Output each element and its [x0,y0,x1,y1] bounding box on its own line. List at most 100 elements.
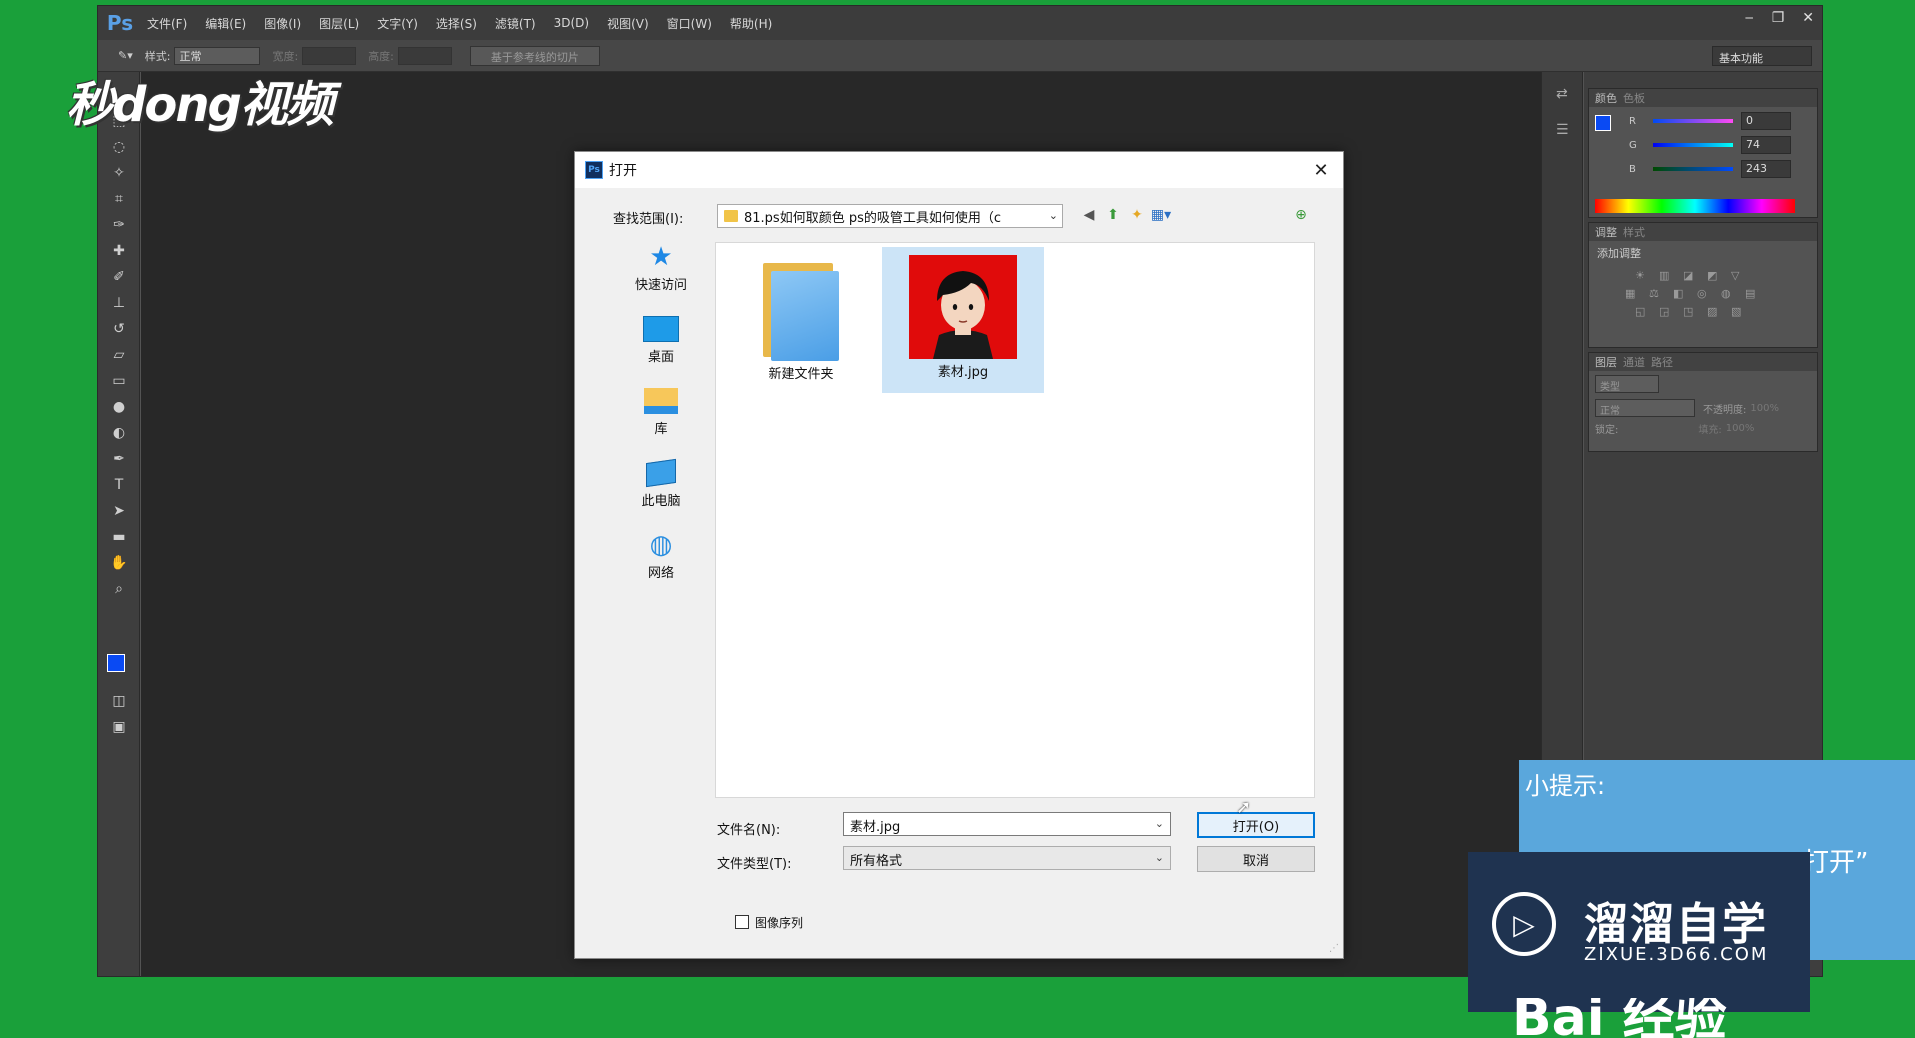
slice-tool-icon[interactable]: ✎▾ [118,49,133,62]
g-value[interactable]: 74 [1741,136,1791,154]
balance-icon[interactable]: ⚖ [1649,287,1665,301]
menu-view[interactable]: 视图(V) [598,15,658,32]
filetype-select[interactable]: 所有格式 ⌄ [843,846,1171,870]
tab-color[interactable]: 颜色 [1595,90,1617,106]
dodge-tool-icon[interactable]: ◐ [109,424,129,442]
exposure-icon[interactable]: ◩ [1707,269,1723,283]
slices-from-guides-button[interactable]: 基于参考线的切片 [469,45,600,66]
b-value[interactable]: 243 [1741,160,1791,178]
color-spectrum[interactable] [1595,199,1795,213]
tab-layers[interactable]: 图层 [1595,354,1617,370]
menu-help[interactable]: 帮助(H) [721,15,781,32]
g-slider[interactable] [1653,143,1733,147]
stamp-tool-icon[interactable]: ⊥ [109,294,129,312]
menu-edit[interactable]: 编辑(E) [196,15,255,32]
brush-tool-icon[interactable]: ✐ [109,268,129,286]
lookup-icon[interactable]: ▤ [1745,287,1761,301]
height-input[interactable] [397,46,452,65]
menu-file[interactable]: 文件(F) [138,15,196,32]
back-icon[interactable]: ◀ [1081,207,1097,223]
chevron-down-icon[interactable]: ⌄ [1155,851,1164,864]
curves-icon[interactable]: ◪ [1683,269,1699,283]
pen-tool-icon[interactable]: ✒ [109,450,129,468]
quick-select-tool-icon[interactable]: ✧ [109,164,129,182]
tab-paths[interactable]: 路径 [1651,354,1673,370]
minimize-icon[interactable]: ‒ [1745,10,1754,26]
close-icon[interactable]: ✕ [1802,10,1814,26]
file-item-folder[interactable]: 新建文件夹 [720,247,882,393]
up-folder-icon[interactable]: ⬆ [1105,207,1121,223]
dialog-close-icon[interactable]: ✕ [1309,158,1333,182]
place-network[interactable]: ◍ 网络 [611,530,711,581]
look-in-select[interactable]: 81.ps如何取颜色 ps的吸管工具如何使用（c ⌄ [717,204,1063,228]
quick-mask-icon[interactable]: ◫ [109,692,129,710]
style-select[interactable]: 正常 [174,46,261,65]
history-brush-tool-icon[interactable]: ↺ [109,320,129,338]
panel-foreground-swatch[interactable] [1595,115,1611,131]
mixer-icon[interactable]: ◍ [1721,287,1737,301]
fill-value[interactable]: 100% [1726,423,1755,434]
place-quick-access[interactable]: ★ 快速访问 [611,242,711,293]
screen-mode-icon[interactable]: ▣ [109,718,129,736]
menu-type[interactable]: 文字(Y) [368,15,427,32]
chevron-down-icon[interactable]: ⌄ [1155,817,1164,830]
resize-grip-icon[interactable]: ⋰ [1329,943,1339,954]
menu-3d[interactable]: 3D(D) [545,16,598,30]
r-value[interactable]: 0 [1741,112,1791,130]
menu-layer[interactable]: 图层(L) [310,15,368,32]
cancel-button[interactable]: 取消 [1197,846,1315,872]
filename-input[interactable]: 素材.jpg ⌄ [843,812,1171,836]
add-to-library-icon[interactable]: ⊕ [1293,207,1309,223]
healing-tool-icon[interactable]: ✚ [109,242,129,260]
tab-channels[interactable]: 通道 [1623,354,1645,370]
place-library[interactable]: 库 [611,386,711,437]
properties-panel-icon[interactable]: ☰ [1556,122,1569,138]
eraser-tool-icon[interactable]: ▱ [109,346,129,364]
zoom-tool-icon[interactable]: ⌕ [109,580,129,598]
selective-color-icon[interactable]: ▧ [1731,305,1747,319]
workspace-select[interactable]: 基本功能 [1712,46,1812,66]
gradient-map-icon[interactable]: ▨ [1707,305,1723,319]
brightness-icon[interactable]: ☀ [1635,269,1651,283]
width-input[interactable] [302,46,357,65]
tab-swatches[interactable]: 色板 [1623,90,1645,106]
photo-filter-icon[interactable]: ◎ [1697,287,1713,301]
menu-select[interactable]: 选择(S) [427,15,486,32]
blend-mode-select[interactable]: 正常 [1595,399,1695,417]
place-desktop[interactable]: 桌面 [611,314,711,365]
type-tool-icon[interactable]: T [109,476,129,494]
bw-icon[interactable]: ◧ [1673,287,1689,301]
path-select-tool-icon[interactable]: ➤ [109,502,129,520]
threshold-icon[interactable]: ◳ [1683,305,1699,319]
levels-icon[interactable]: ▥ [1659,269,1675,283]
tab-styles[interactable]: 样式 [1623,224,1645,240]
menu-window[interactable]: 窗口(W) [658,15,721,32]
gradient-tool-icon[interactable]: ▭ [109,372,129,390]
shape-tool-icon[interactable]: ▬ [109,528,129,546]
invert-icon[interactable]: ◱ [1635,305,1651,319]
maximize-icon[interactable]: ❐ [1772,10,1785,26]
posterize-icon[interactable]: ◲ [1659,305,1675,319]
menu-filter[interactable]: 滤镜(T) [486,15,545,32]
place-this-pc[interactable]: 此电脑 [611,458,711,509]
menu-image[interactable]: 图像(I) [255,15,310,32]
eyedropper-tool-icon[interactable]: ✑ [109,216,129,234]
opacity-value[interactable]: 100% [1750,403,1779,414]
b-slider[interactable] [1653,167,1733,171]
new-folder-icon[interactable]: ✦ [1129,207,1145,223]
hue-icon[interactable]: ▦ [1625,287,1641,301]
layer-kind-filter[interactable]: 类型 [1595,375,1659,393]
tab-adjustments[interactable]: 调整 [1595,224,1617,240]
file-item-image[interactable]: 素材.jpg [882,247,1044,393]
crop-tool-icon[interactable]: ⌗ [109,190,129,208]
foreground-color-swatch[interactable] [107,654,125,672]
vibrance-icon[interactable]: ▽ [1731,269,1747,283]
image-sequence-checkbox[interactable] [735,915,749,929]
r-slider[interactable] [1653,119,1733,123]
history-panel-icon[interactable]: ⇄ [1556,86,1568,102]
blur-tool-icon[interactable]: ● [109,398,129,416]
hand-tool-icon[interactable]: ✋ [109,554,129,572]
open-button[interactable]: 打开(O) [1197,812,1315,838]
view-menu-icon[interactable]: ▦▾ [1151,207,1171,223]
lasso-tool-icon[interactable]: ◌ [109,138,129,156]
